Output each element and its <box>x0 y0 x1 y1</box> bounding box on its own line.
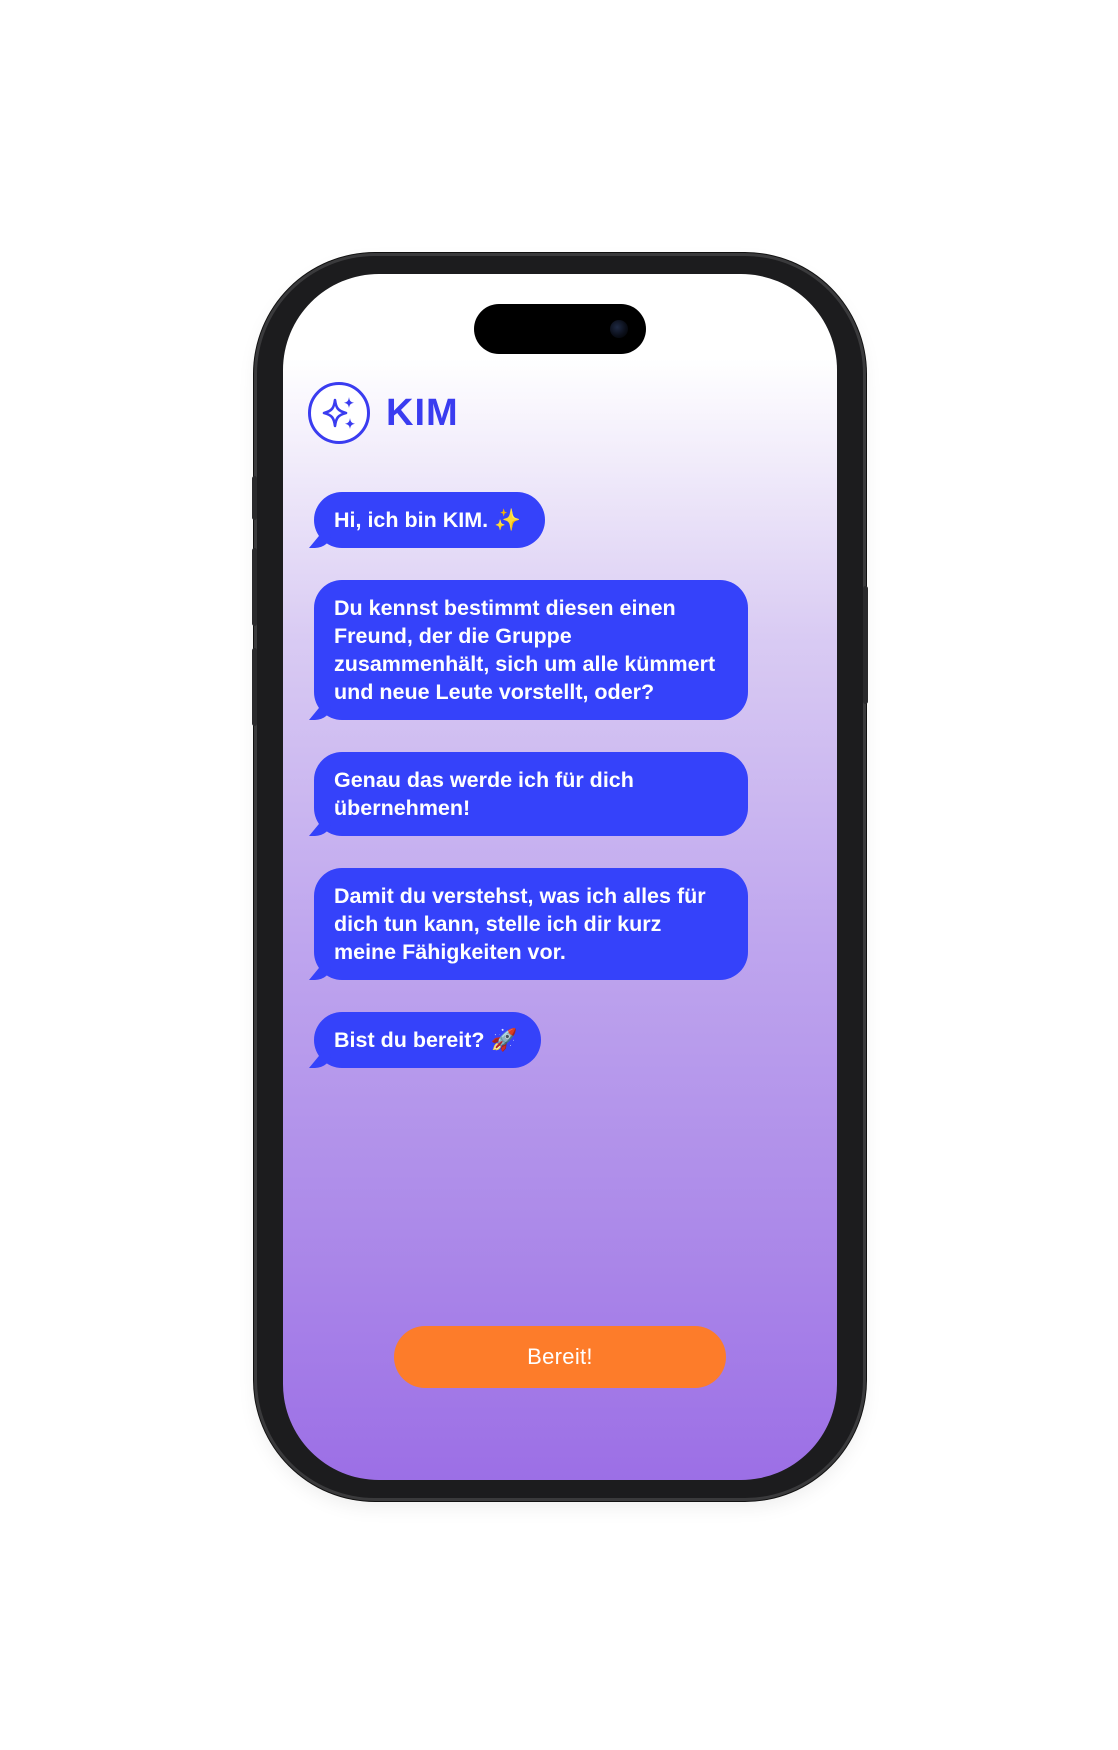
chat-bubble: Damit du verstehst, was ich alles für di… <box>314 868 748 980</box>
kim-logo <box>308 382 370 444</box>
action-button <box>252 476 257 520</box>
volume-down-button <box>252 648 257 726</box>
app-screen: KIM Hi, ich bin KIM. ✨ Du kennst bestimm… <box>283 274 837 1480</box>
app-header: KIM <box>308 382 459 444</box>
dynamic-island <box>474 304 646 354</box>
front-camera <box>610 320 628 338</box>
sparkles-icon <box>322 397 355 429</box>
chat-bubble: Hi, ich bin KIM. ✨ <box>314 492 545 548</box>
power-button <box>863 586 868 704</box>
volume-up-button <box>252 548 257 626</box>
chat-bubble: Du kennst bestimmt diesen einen Freund, … <box>314 580 748 720</box>
phone-frame: KIM Hi, ich bin KIM. ✨ Du kennst bestimm… <box>252 256 868 1498</box>
ready-button[interactable]: Bereit! <box>394 1326 726 1388</box>
chat-thread: Hi, ich bin KIM. ✨ Du kennst bestimmt di… <box>314 492 837 1100</box>
app-title: KIM <box>386 391 459 434</box>
chat-bubble: Genau das werde ich für dich übernehmen! <box>314 752 748 836</box>
chat-bubble: Bist du bereit? 🚀 <box>314 1012 542 1068</box>
